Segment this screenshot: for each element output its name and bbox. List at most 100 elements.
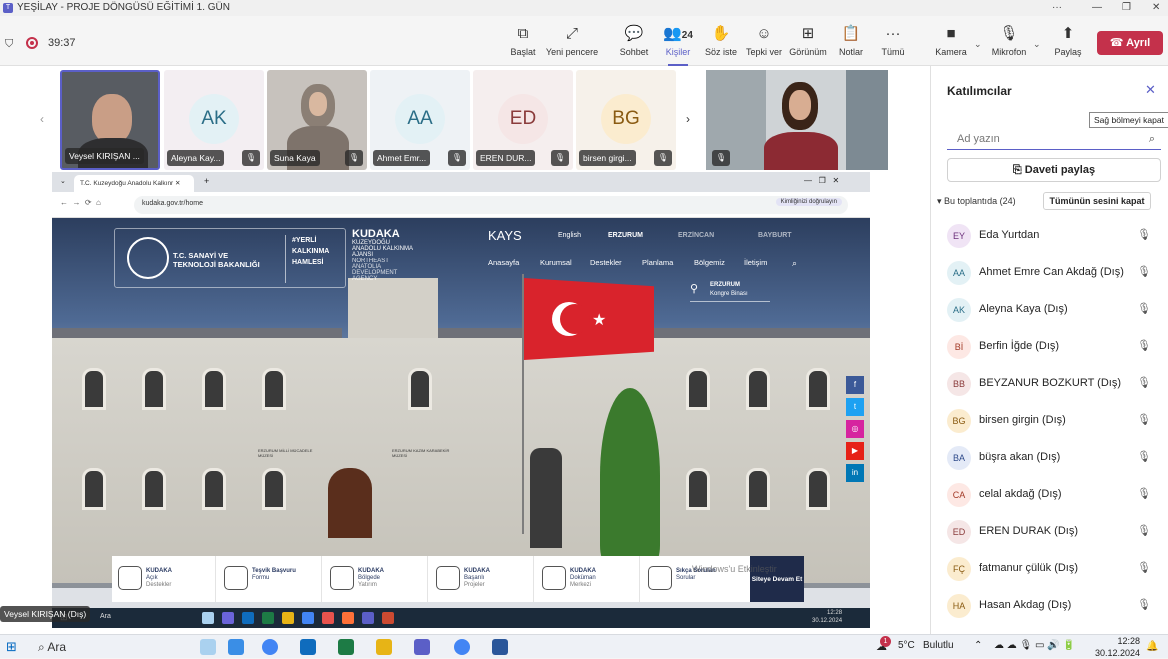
instagram-icon: ◎ <box>846 420 864 438</box>
card-basarili-projeler: KUDAKA Başarılı Projeler <box>430 556 534 602</box>
investment-icon <box>330 566 354 590</box>
raise-hand-icon: ✋ <box>711 25 731 42</box>
mic-off-icon: 🎙 <box>1137 377 1151 389</box>
restore-icon[interactable]: ❐ <box>1122 0 1131 16</box>
file-explorer-icon[interactable] <box>376 639 392 655</box>
gallery-next-icon[interactable]: › <box>686 112 690 126</box>
video-tile-ahmet[interactable]: AA Ahmet Emr... 🎙 <box>370 70 470 170</box>
projects-icon <box>436 566 460 590</box>
share-button[interactable]: ⬆ Paylaş <box>1053 24 1083 64</box>
document-icon <box>542 566 566 590</box>
browser-tab-strip: ⌄ T.C. Kuzeydoğu Anadolu Kalkınr ✕ + — ❐… <box>52 172 870 192</box>
view-icon: ⊞ <box>801 25 815 42</box>
tile-name: birsen girgi... <box>579 150 636 166</box>
avatar: BA <box>947 446 971 470</box>
participant-row[interactable]: BA büşra akan (Dış) 🎙 <box>947 440 1157 476</box>
taskbar-search[interactable]: ⌕ Ara <box>38 640 66 655</box>
avatar: AK <box>189 94 239 144</box>
notifications-icon[interactable]: 🔔 <box>1146 641 1158 652</box>
word-icon[interactable] <box>492 639 508 655</box>
outlook-icon[interactable] <box>300 639 316 655</box>
tab-menu-chevron-icon: ⌄ <box>60 178 66 185</box>
video-tile-veysel[interactable]: Veysel KIRIŞAN ... <box>60 70 160 170</box>
video-tile-eren[interactable]: ED EREN DUR... 🎙 <box>473 70 573 170</box>
teams-taskbar-icon[interactable] <box>414 639 430 655</box>
camera-button[interactable]: ■ Kamera <box>934 24 968 64</box>
site-search-icon: ⌕ <box>792 258 798 268</box>
shared-taskbar: ⊞ Ara 12:2830.12.2024 <box>52 608 870 628</box>
microphone-button[interactable]: 🎙 Mikrofon <box>990 24 1028 64</box>
collapse-chevron-icon: ▾ <box>937 196 945 206</box>
card-tesvik-basvuru: Teşvik Başvuru Formu <box>218 556 322 602</box>
participant-row[interactable]: EY Eda Yurtdan 🎙 <box>947 218 1157 254</box>
nav-planlama: Planlama <box>642 258 674 267</box>
close-panel-icon[interactable]: ✕ <box>1145 82 1156 98</box>
widgets-icon[interactable] <box>200 639 216 655</box>
view-button[interactable]: ⊞ Görünüm <box>788 24 828 64</box>
participant-row[interactable]: ED EREN DURAK (Dış) 🎙 <box>947 514 1157 550</box>
participant-row[interactable]: BG birsen girgin (Dış) 🎙 <box>947 403 1157 439</box>
excel-icon[interactable] <box>338 639 354 655</box>
participant-row[interactable]: FÇ fatmanur çülük (Dış) 🎙 <box>947 551 1157 587</box>
participant-video <box>92 94 132 144</box>
avatar: BG <box>947 409 971 433</box>
close-window-icon[interactable]: ✕ <box>1152 0 1160 16</box>
camera-options-chevron-icon[interactable]: ⌄ <box>974 39 982 50</box>
more-button[interactable]: ··· Tümü <box>878 24 908 64</box>
windows-start-icon[interactable]: ⊞ <box>6 639 17 655</box>
new-window-button[interactable]: ⤢ Yeni pencere <box>545 24 599 64</box>
participant-row[interactable]: HA Hasan Akdag (Dış) 🎙 <box>947 588 1157 624</box>
participant-row[interactable]: AK Aleyna Kaya (Dış) 🎙 <box>947 292 1157 328</box>
participant-row[interactable]: Bİ Berfin İğde (Dış) 🎙 <box>947 329 1157 365</box>
location-badge: ⚲ ERZURUM Kongre Binası <box>690 280 770 302</box>
mic-off-icon: 🎙 <box>654 150 672 166</box>
linkedin-icon: in <box>846 464 864 482</box>
share-invite-button[interactable]: ⎘ Daveti paylaş <box>947 158 1161 182</box>
reaction-button[interactable]: ☺ Tepki ver <box>745 24 783 64</box>
more-options-icon[interactable]: ··· <box>1052 0 1062 16</box>
new-tab-icon: + <box>204 176 210 186</box>
chat-button[interactable]: 💬 Sohbet <box>617 24 651 64</box>
location-pin-icon: ⚲ <box>690 283 699 295</box>
taskbar-clock[interactable]: 12:28 30.12.2024 <box>1090 635 1140 659</box>
participant-row[interactable]: BB BEYZANUR BOZKURT (Dış) 🎙 <box>947 366 1157 402</box>
mute-all-button[interactable]: Tümünün sesini kapat <box>1043 192 1151 210</box>
browser-tab: T.C. Kuzeydoğu Anadolu Kalkınr ✕ <box>74 175 194 192</box>
video-tile-birsen[interactable]: BG birsen girgi... 🎙 <box>576 70 676 170</box>
chat-icon: 💬 <box>624 25 644 42</box>
avatar: HA <box>947 594 971 618</box>
notes-button[interactable]: 📋 Notlar <box>836 24 866 64</box>
minimize-icon[interactable]: — <box>1092 0 1102 16</box>
tile-name: Ahmet Emr... <box>373 150 431 166</box>
mic-off-icon: 🎙 <box>448 150 466 166</box>
copilot-icon[interactable] <box>228 639 244 655</box>
ministry-emblem-icon <box>127 237 169 279</box>
title-bar: T YEŞİLAY - PROJE DÖNGÜSÜ EĞİTİMİ 1. GÜN… <box>0 0 1168 16</box>
leave-button[interactable]: ☎ Ayrıl <box>1097 31 1163 55</box>
chrome-icon[interactable] <box>262 639 278 655</box>
system-tray-icons[interactable]: ☁ ☁ 🎙 ▭ 🔊 🔋 <box>994 640 1075 651</box>
mic-options-chevron-icon[interactable]: ⌄ <box>1033 39 1041 50</box>
meeting-toolbar: ⛉ 39:37 ⧉ Başlat ⤢ Yeni pencere 💬 Sohbet 👥2… <box>0 16 1168 66</box>
tray-overflow-icon[interactable]: ⌃ <box>974 640 982 651</box>
chrome-profile-icon[interactable] <box>454 639 470 655</box>
quick-links: KUDAKA Açık Destekler Teşvik Başvuru Formu … <box>112 556 752 602</box>
notes-icon: 📋 <box>841 25 861 42</box>
site-link-bayburt: BAYBURT <box>758 232 792 239</box>
twitter-icon: t <box>846 398 864 416</box>
video-tile-aleyna[interactable]: AK Aleyna Kay... 🎙 <box>164 70 264 170</box>
start-button[interactable]: ⧉ Başlat <box>506 24 540 64</box>
gallery-prev-icon[interactable]: ‹ <box>40 112 44 126</box>
people-button[interactable]: 👥24 Kişiler <box>660 24 696 66</box>
raise-hand-button[interactable]: ✋ Söz iste <box>704 24 738 64</box>
self-video-tile[interactable]: 🎙 <box>706 70 888 170</box>
mic-off-icon: 🎙 <box>242 150 260 166</box>
section-header[interactable]: ▾ Bu toplantıda (24) <box>937 196 1016 207</box>
tile-name: Veysel KIRIŞAN ... <box>65 148 144 164</box>
video-tile-suna[interactable]: Suna Kaya 🎙 <box>267 70 367 170</box>
participant-row[interactable]: AA Ahmet Emre Can Akdağ (Dış) 🎙 <box>947 255 1157 291</box>
participant-search-input[interactable]: Ad yazın ⌕ <box>947 128 1161 150</box>
participant-row[interactable]: CA celal akdağ (Dış) 🎙 <box>947 477 1157 513</box>
card-sss: Sıkça Sorulan Sorular <box>642 556 746 602</box>
reaction-icon: ☺ <box>756 25 772 42</box>
